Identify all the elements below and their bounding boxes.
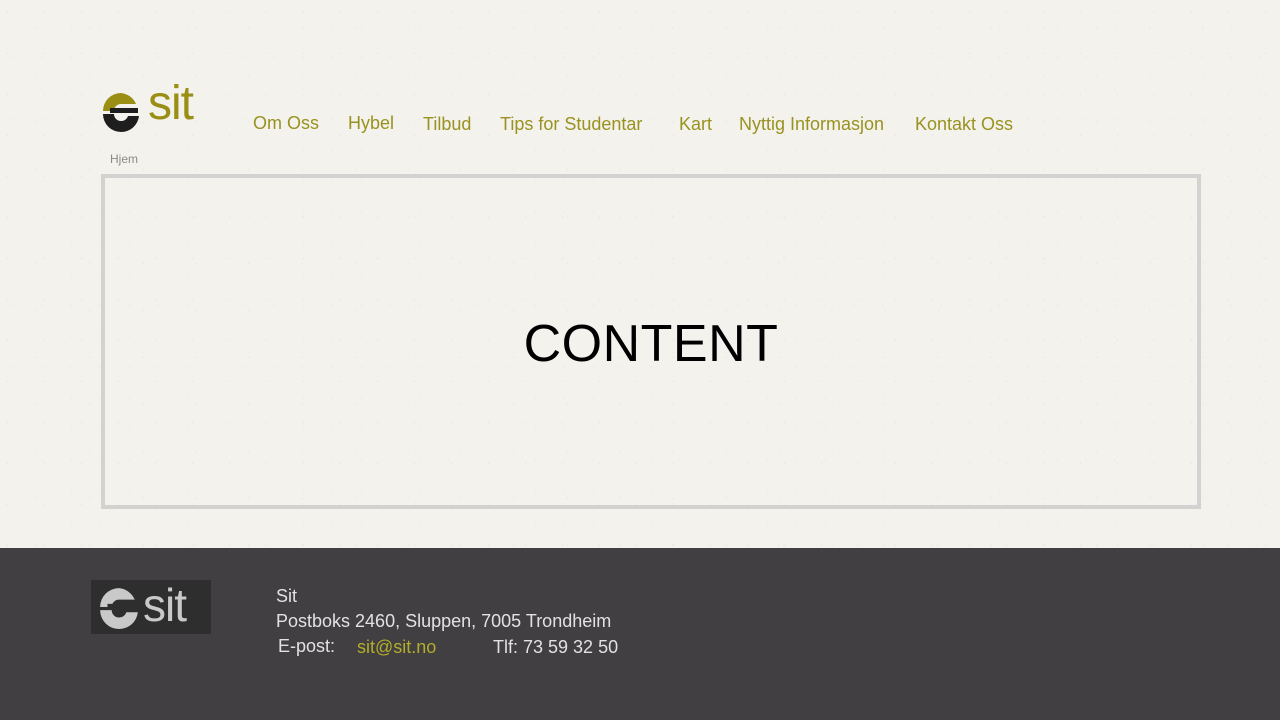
nav-item-hybel[interactable]: Hybel — [348, 112, 394, 134]
nav-item-kontakt-oss[interactable]: Kontakt Oss — [915, 113, 1013, 135]
footer-logo-wordmark: sit — [143, 579, 187, 631]
nav-item-kart[interactable]: Kart — [679, 113, 712, 135]
breadcrumb[interactable]: Hjem — [110, 152, 138, 166]
nav-item-tips-for-studentar[interactable]: Tips for Studentar — [500, 113, 642, 135]
footer-email-label: E-post: — [278, 636, 336, 656]
content-placeholder: CONTENT — [523, 314, 779, 373]
content-area: CONTENT — [101, 174, 1201, 509]
nav-item-om-oss[interactable]: Om Oss — [253, 112, 319, 134]
site-footer: sit Sit Postboks 2460, Sluppen, 7005 Tro… — [0, 548, 1280, 720]
footer-address: Postboks 2460, Sluppen, 7005 Trondheim — [276, 611, 612, 631]
footer-company: Sit — [276, 586, 298, 606]
footer-logo: sit — [91, 580, 211, 634]
footer-email-link[interactable]: sit@sit.no — [357, 636, 436, 658]
footer-sit-logo-icon — [100, 588, 138, 629]
main-nav: Om Oss Hybel Tilbud Tips for Studentar K… — [0, 112, 1280, 136]
nav-item-nyttig-informasjon[interactable]: Nyttig Informasjon — [739, 113, 884, 135]
footer-phone: Tlf: 73 59 32 50 — [493, 637, 619, 657]
nav-item-tilbud[interactable]: Tilbud — [423, 113, 471, 135]
